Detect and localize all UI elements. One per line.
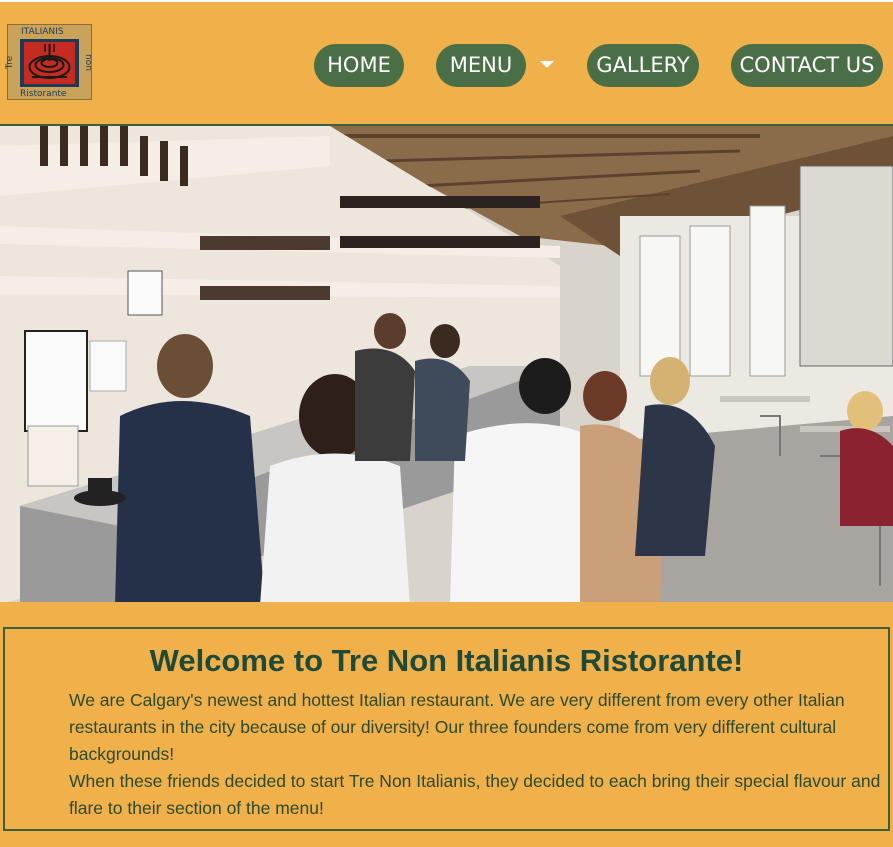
restaurant-interior-image xyxy=(0,126,893,602)
nav-contact-button[interactable]: CONTACT US xyxy=(731,44,883,87)
restaurant-logo[interactable]: ITALIANIS Ristorante Tre non xyxy=(5,24,93,100)
site-header: ITALIANIS Ristorante Tre non HOME MENU G… xyxy=(0,0,893,124)
welcome-paragraph-2: When these friends decided to start Tre … xyxy=(69,771,881,818)
hero-image xyxy=(0,124,893,602)
nav-gallery-button[interactable]: GALLERY xyxy=(587,44,699,87)
page-title: Welcome to Tre Non Italianis Ristorante! xyxy=(149,643,744,678)
welcome-text: We are Calgary's newest and hottest Ital… xyxy=(69,687,884,822)
logo-bottom-text: Ristorante xyxy=(20,89,67,99)
welcome-paragraph-1: We are Calgary's newest and hottest Ital… xyxy=(69,690,845,764)
page: ITALIANIS Ristorante Tre non HOME MENU G… xyxy=(0,0,893,847)
nav-menu-button[interactable]: MENU xyxy=(436,44,526,87)
welcome-panel: Welcome to Tre Non Italianis Ristorante!… xyxy=(3,627,890,831)
nav-home-button[interactable]: HOME xyxy=(314,44,404,87)
chevron-down-icon[interactable] xyxy=(540,61,554,68)
logo-left-text: Tre xyxy=(5,55,16,70)
logo-top-text: ITALIANIS xyxy=(21,27,64,37)
logo-right-text: non xyxy=(82,54,93,71)
